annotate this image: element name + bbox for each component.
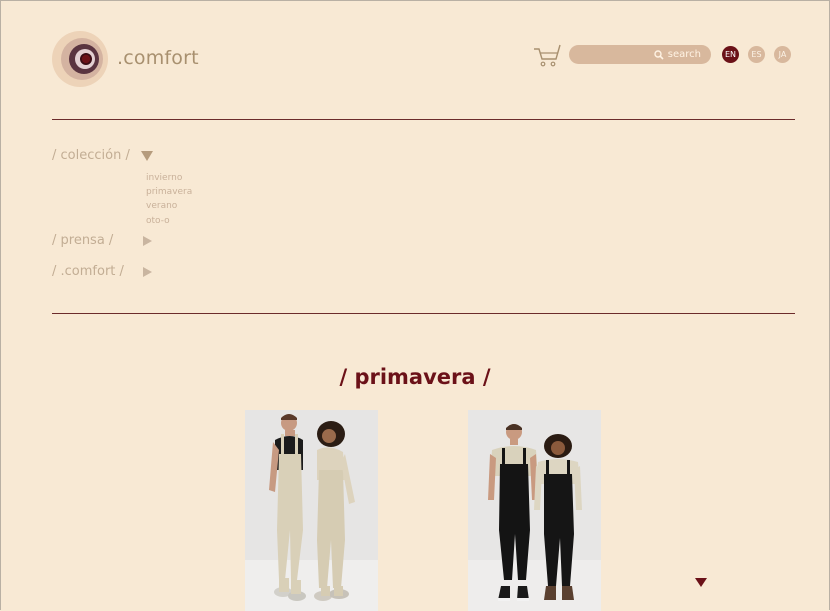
photo-illustration (468, 410, 601, 611)
lang-ja-button[interactable]: JA (774, 46, 791, 63)
logo-icon[interactable] (52, 31, 108, 87)
submenu-item-invierno[interactable]: invierno (146, 171, 192, 185)
brand-name[interactable]: .comfort (117, 47, 199, 69)
nav-item-comfort[interactable]: / .comfort / (52, 264, 124, 279)
collection-submenu: invierno primavera verano oto-o (146, 171, 192, 228)
photo-model-pair-beige-overalls[interactable] (245, 410, 378, 611)
search-icon (654, 49, 664, 60)
cart-icon[interactable] (533, 43, 563, 67)
submenu-item-otono[interactable]: oto-o (146, 214, 192, 228)
lang-en-button[interactable]: EN (722, 46, 739, 63)
scroll-down-icon[interactable] (695, 578, 707, 587)
page-frame (0, 0, 830, 610)
header-divider (52, 119, 795, 120)
triangle-right-icon[interactable] (143, 267, 152, 277)
search-bar[interactable]: search (569, 45, 711, 64)
photo-illustration (245, 410, 378, 611)
submenu-item-verano[interactable]: verano (146, 199, 192, 213)
page-title: / primavera / (339, 365, 491, 389)
triangle-down-icon[interactable] (141, 151, 153, 161)
nav-item-prensa[interactable]: / prensa / (52, 233, 113, 248)
nav-divider (52, 313, 795, 314)
submenu-item-primavera[interactable]: primavera (146, 185, 192, 199)
search-label: search (667, 49, 701, 60)
triangle-right-icon[interactable] (143, 236, 152, 246)
nav-item-coleccion[interactable]: / colección / (52, 148, 130, 163)
lang-es-button[interactable]: ES (748, 46, 765, 63)
photo-model-pair-black-overalls[interactable] (468, 410, 601, 611)
